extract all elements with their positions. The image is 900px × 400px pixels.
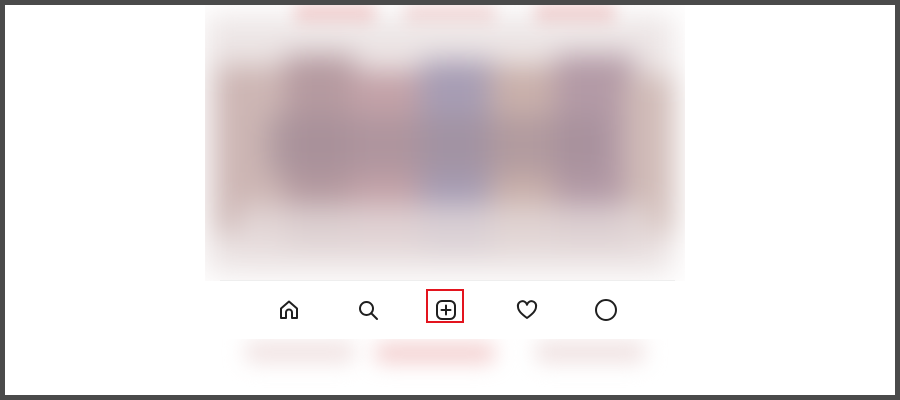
heart-icon (516, 300, 538, 319)
nav-profile-button[interactable] (587, 291, 625, 329)
feed-blob (235, 205, 655, 255)
feed-blob (265, 115, 605, 175)
search-icon (359, 301, 378, 320)
nav-search-button[interactable] (349, 291, 387, 329)
home-icon (280, 300, 298, 319)
nav-activity-button[interactable] (508, 291, 546, 329)
feed-below-nav (205, 335, 685, 395)
nav-new-post-button[interactable] (427, 291, 465, 329)
feed-image-blur (205, 5, 685, 281)
feed-blob (375, 343, 495, 363)
screenshot-frame (0, 0, 900, 400)
feed-blob (535, 341, 645, 363)
plus-square-icon (436, 300, 456, 320)
nav-home-button[interactable] (270, 291, 308, 329)
feed-post-image[interactable] (205, 5, 685, 281)
profile-circle-icon (595, 299, 617, 321)
feed-blob (245, 341, 355, 363)
bottom-nav-bar (220, 281, 675, 339)
